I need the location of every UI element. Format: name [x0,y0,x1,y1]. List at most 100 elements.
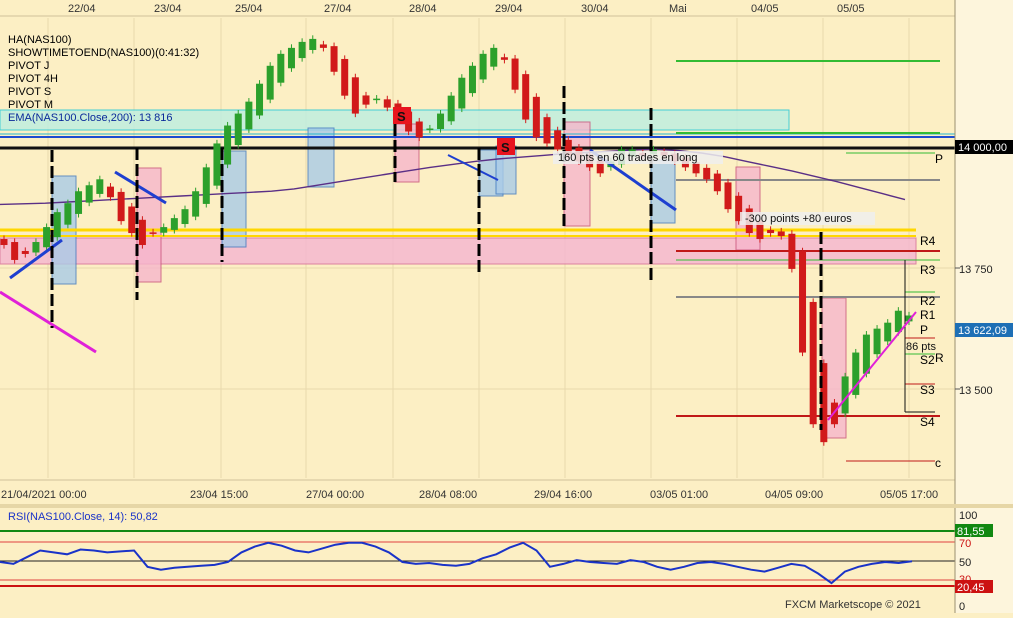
top-date-label: 27/04 [324,3,352,15]
rsi-tick-label: 70 [959,538,971,550]
candle-body [266,65,274,100]
time-tick-label: 27/04 00:00 [306,489,364,501]
candle-body [43,227,51,248]
candle-body [53,212,61,238]
annotation-86pts: 86 pts [906,341,936,353]
sell-marker-label: S [501,140,510,155]
candle-body [522,74,530,120]
top-date-label: 30/04 [581,3,609,15]
pivot-label-r3: R3 [920,263,936,277]
candle-body [468,65,476,94]
candle-body [703,167,711,180]
candle-body [383,99,391,108]
edge-mark-p: P [935,152,943,166]
candle-body [362,95,370,105]
candle-body [479,53,487,80]
candle-body [543,117,551,144]
candle-body [21,250,29,254]
rsi-pane: RSI(NAS100.Close, 14): 50,82 FXCM Market… [0,508,1013,613]
price-axis-panel [955,0,1013,504]
candle-body [447,95,455,122]
time-tick-label: 23/04 15:00 [190,489,248,501]
candle-body [426,128,434,131]
candle-body [767,229,775,234]
annotation-points-euros: -300 points +80 euros [745,213,852,225]
candle-body [32,242,40,253]
candle-body [277,53,285,83]
price-tick-label: 13 500 [959,385,993,397]
price-tag-14000-label: 14 000,00 [958,142,1007,154]
top-date-label: 28/04 [409,3,437,15]
legend-pivot-s: PIVOT S [8,86,51,98]
top-date-label: 29/04 [495,3,523,15]
candle-body [245,101,253,130]
candle-body [873,328,881,355]
rsi-tag-upper-label: 81,55 [957,526,985,538]
legend-pivot-j: PIVOT J [8,60,49,72]
rsi-tick-label: 50 [959,557,971,569]
footer-copyright: FXCM Marketscope © 2021 [785,599,921,611]
trade-box [394,123,420,183]
annotation-long-trades: 160 pts en 60 trades en long [558,152,697,164]
candle-body [713,173,721,192]
trade-box [221,150,247,248]
pane-separator[interactable] [0,504,1013,508]
candle-body [490,47,498,67]
time-tick-label: 21/04/2021 00:00 [1,489,87,501]
pivot-label-p: P [920,323,928,337]
candle-body [202,167,210,204]
top-date-label: 25/04 [235,3,263,15]
rsi-tick-label: 0 [959,601,965,613]
time-tick-label: 05/05 17:00 [880,489,938,501]
candle-body [287,47,295,69]
legend-pivot-4h: PIVOT 4H [8,73,58,85]
candle-body [256,83,264,116]
top-date-label: Mai [669,3,687,15]
candle-body [373,98,381,101]
candle-body [788,233,796,269]
time-tick-label: 28/04 08:00 [419,489,477,501]
top-date-label: 05/05 [837,3,865,15]
pivot-label-r2: R2 [920,294,936,308]
candle-body [160,227,168,233]
price-tag-last-label: 13 622,09 [958,325,1007,337]
time-tick-label: 03/05 01:00 [650,489,708,501]
candle-body [319,44,327,48]
pivot-label-s2: S2 [920,353,935,367]
candle-body [309,38,317,50]
edge-mark-c: c [935,456,941,470]
top-date-label: 23/04 [154,3,182,15]
candle-body [11,242,19,260]
top-date-label: 04/05 [751,3,779,15]
sell-marker-label: S [397,109,406,124]
pivot-label-r1: R1 [920,308,936,322]
candle-body [862,334,870,374]
candle-body [106,186,114,198]
candle-body [64,203,72,225]
trade-box [650,159,676,224]
pivot-label-s3: S3 [920,383,935,397]
candle-body [809,301,817,425]
candle-body [213,143,221,186]
pivot-label-s4: S4 [920,415,935,429]
candle-body [351,77,359,114]
candle-body [500,57,508,60]
candle-body [437,113,445,130]
edge-mark-r: R [935,351,944,365]
candle-body [532,96,540,138]
candle-body [330,46,338,72]
candle-body [884,322,892,342]
candle-body [415,121,423,138]
legend-pivot-m: PIVOT M [8,99,53,111]
candle-body [0,239,8,246]
candle-body [149,232,157,234]
candle-body [894,310,902,333]
candle-body [692,162,700,174]
legend-ha: HA(NAS100) [8,34,72,46]
candle-body [799,251,807,353]
chart-canvas[interactable]: HA(NAS100) SHOWTIMETOEND(NAS100)(0:41:32… [0,0,1013,613]
candle-body [192,191,200,217]
candle-body [96,179,104,194]
candle-body [777,231,785,237]
candle-body [724,182,732,210]
